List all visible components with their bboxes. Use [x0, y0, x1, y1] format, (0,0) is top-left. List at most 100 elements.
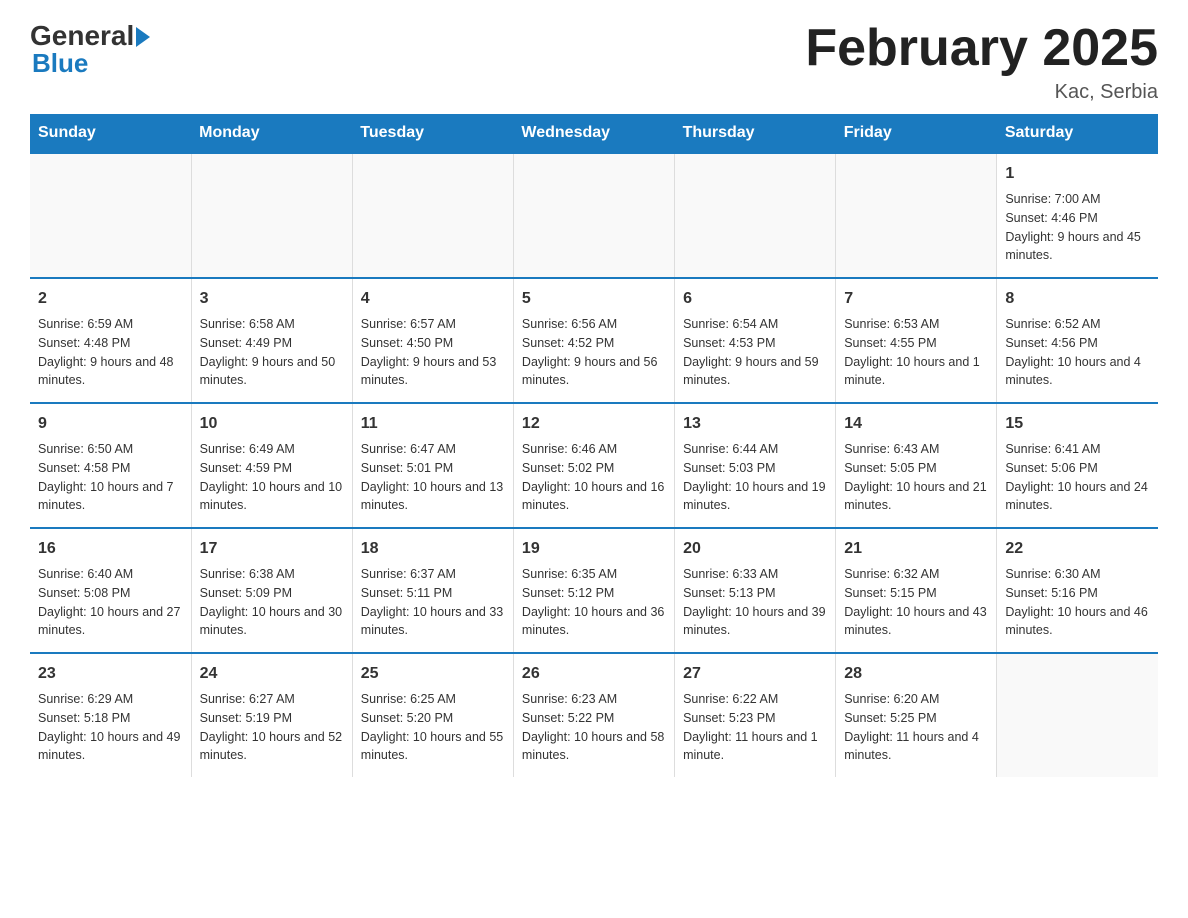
weekday-header-wednesday: Wednesday [513, 114, 674, 153]
title-block: February 2025 Kac, Serbia [805, 20, 1158, 104]
logo-arrow-icon [136, 27, 150, 47]
day-info: Sunrise: 7:00 AMSunset: 4:46 PMDaylight:… [1005, 190, 1150, 265]
calendar-cell: 5Sunrise: 6:56 AMSunset: 4:52 PMDaylight… [513, 278, 674, 403]
day-info: Sunrise: 6:41 AMSunset: 5:06 PMDaylight:… [1005, 440, 1150, 515]
day-info: Sunrise: 6:54 AMSunset: 4:53 PMDaylight:… [683, 315, 827, 390]
day-info: Sunrise: 6:40 AMSunset: 5:08 PMDaylight:… [38, 565, 183, 640]
day-number: 1 [1005, 162, 1150, 186]
calendar-cell: 20 Sunrise: 6:33 AMSunset: 5:13 PMDayligh… [675, 528, 836, 653]
day-number: 13 [683, 412, 827, 436]
calendar-cell [352, 153, 513, 278]
day-number: 16 [38, 537, 183, 561]
day-number: 11 [361, 412, 505, 436]
calendar-cell: 17 Sunrise: 6:38 AMSunset: 5:09 PMDayligh… [191, 528, 352, 653]
calendar-cell: 14 Sunrise: 6:43 AMSunset: 5:05 PMDayligh… [836, 403, 997, 528]
day-number: 17 [200, 537, 344, 561]
calendar-cell [30, 153, 191, 278]
day-info: Sunrise: 6:53 AMSunset: 4:55 PMDaylight:… [844, 315, 988, 390]
calendar-cell: 3 Sunrise: 6:58 AMSunset: 4:49 PMDaylight… [191, 278, 352, 403]
weekday-header-thursday: Thursday [675, 114, 836, 153]
calendar-cell: 28 Sunrise: 6:20 AMSunset: 5:25 PMDayligh… [836, 653, 997, 777]
day-info: Sunrise: 6:30 AMSunset: 5:16 PMDaylight:… [1005, 565, 1150, 640]
calendar-cell [675, 153, 836, 278]
day-number: 28 [844, 662, 988, 686]
calendar-cell: 12Sunrise: 6:46 AMSunset: 5:02 PMDayligh… [513, 403, 674, 528]
calendar-cell: 27 Sunrise: 6:22 AMSunset: 5:23 PMDayligh… [675, 653, 836, 777]
calendar-cell: 18Sunrise: 6:37 AMSunset: 5:11 PMDayligh… [352, 528, 513, 653]
calendar-cell: 24 Sunrise: 6:27 AMSunset: 5:19 PMDayligh… [191, 653, 352, 777]
day-info: Sunrise: 6:50 AMSunset: 4:58 PMDaylight:… [38, 440, 183, 515]
weekday-header-row: SundayMondayTuesdayWednesdayThursdayFrid… [30, 114, 1158, 153]
day-number: 4 [361, 287, 505, 311]
calendar-week-row: 1 Sunrise: 7:00 AMSunset: 4:46 PMDaylight… [30, 153, 1158, 278]
day-info: Sunrise: 6:27 AMSunset: 5:19 PMDaylight:… [200, 690, 344, 765]
day-number: 9 [38, 412, 183, 436]
calendar-cell [836, 153, 997, 278]
day-number: 25 [361, 662, 505, 686]
day-number: 23 [38, 662, 183, 686]
day-info: Sunrise: 6:58 AMSunset: 4:49 PMDaylight:… [200, 315, 344, 390]
calendar-cell: 10 Sunrise: 6:49 AMSunset: 4:59 PMDayligh… [191, 403, 352, 528]
calendar-cell [191, 153, 352, 278]
weekday-header-saturday: Saturday [997, 114, 1158, 153]
day-number: 14 [844, 412, 988, 436]
calendar-cell: 16 Sunrise: 6:40 AMSunset: 5:08 PMDayligh… [30, 528, 191, 653]
day-number: 6 [683, 287, 827, 311]
page-title: February 2025 [805, 20, 1158, 77]
day-number: 24 [200, 662, 344, 686]
day-number: 27 [683, 662, 827, 686]
day-info: Sunrise: 6:33 AMSunset: 5:13 PMDaylight:… [683, 565, 827, 640]
day-number: 22 [1005, 537, 1150, 561]
weekday-header-sunday: Sunday [30, 114, 191, 153]
calendar-week-row: 16 Sunrise: 6:40 AMSunset: 5:08 PMDayligh… [30, 528, 1158, 653]
day-info: Sunrise: 6:25 AMSunset: 5:20 PMDaylight:… [361, 690, 505, 765]
weekday-header-tuesday: Tuesday [352, 114, 513, 153]
calendar-week-row: 2Sunrise: 6:59 AMSunset: 4:48 PMDaylight… [30, 278, 1158, 403]
day-info: Sunrise: 6:59 AMSunset: 4:48 PMDaylight:… [38, 315, 183, 390]
calendar-cell: 1 Sunrise: 7:00 AMSunset: 4:46 PMDaylight… [997, 153, 1158, 278]
day-info: Sunrise: 6:43 AMSunset: 5:05 PMDaylight:… [844, 440, 988, 515]
calendar-cell: 2Sunrise: 6:59 AMSunset: 4:48 PMDaylight… [30, 278, 191, 403]
calendar-week-row: 9 Sunrise: 6:50 AMSunset: 4:58 PMDaylight… [30, 403, 1158, 528]
calendar-cell: 6 Sunrise: 6:54 AMSunset: 4:53 PMDaylight… [675, 278, 836, 403]
calendar-cell: 8 Sunrise: 6:52 AMSunset: 4:56 PMDaylight… [997, 278, 1158, 403]
logo-blue-text: Blue [32, 48, 88, 79]
day-number: 20 [683, 537, 827, 561]
day-number: 7 [844, 287, 988, 311]
day-number: 26 [522, 662, 666, 686]
day-number: 19 [522, 537, 666, 561]
calendar-header: SundayMondayTuesdayWednesdayThursdayFrid… [30, 114, 1158, 153]
day-info: Sunrise: 6:47 AMSunset: 5:01 PMDaylight:… [361, 440, 505, 515]
day-info: Sunrise: 6:38 AMSunset: 5:09 PMDaylight:… [200, 565, 344, 640]
day-info: Sunrise: 6:57 AMSunset: 4:50 PMDaylight:… [361, 315, 505, 390]
calendar-week-row: 23 Sunrise: 6:29 AMSunset: 5:18 PMDayligh… [30, 653, 1158, 777]
weekday-header-monday: Monday [191, 114, 352, 153]
day-info: Sunrise: 6:23 AMSunset: 5:22 PMDaylight:… [522, 690, 666, 765]
calendar-cell: 23 Sunrise: 6:29 AMSunset: 5:18 PMDayligh… [30, 653, 191, 777]
day-number: 8 [1005, 287, 1150, 311]
calendar-cell: 11 Sunrise: 6:47 AMSunset: 5:01 PMDayligh… [352, 403, 513, 528]
day-number: 10 [200, 412, 344, 436]
day-number: 21 [844, 537, 988, 561]
day-info: Sunrise: 6:52 AMSunset: 4:56 PMDaylight:… [1005, 315, 1150, 390]
calendar-cell: 25 Sunrise: 6:25 AMSunset: 5:20 PMDayligh… [352, 653, 513, 777]
calendar-cell: 26 Sunrise: 6:23 AMSunset: 5:22 PMDayligh… [513, 653, 674, 777]
day-info: Sunrise: 6:22 AMSunset: 5:23 PMDaylight:… [683, 690, 827, 765]
subtitle: Kac, Serbia [805, 81, 1158, 104]
calendar-cell: 21Sunrise: 6:32 AMSunset: 5:15 PMDayligh… [836, 528, 997, 653]
calendar-cell: 22 Sunrise: 6:30 AMSunset: 5:16 PMDayligh… [997, 528, 1158, 653]
day-info: Sunrise: 6:56 AMSunset: 4:52 PMDaylight:… [522, 315, 666, 390]
calendar-cell: 13 Sunrise: 6:44 AMSunset: 5:03 PMDayligh… [675, 403, 836, 528]
day-info: Sunrise: 6:49 AMSunset: 4:59 PMDaylight:… [200, 440, 344, 515]
day-info: Sunrise: 6:20 AMSunset: 5:25 PMDaylight:… [844, 690, 988, 765]
weekday-header-friday: Friday [836, 114, 997, 153]
calendar-table: SundayMondayTuesdayWednesdayThursdayFrid… [30, 114, 1158, 777]
calendar-cell: 7 Sunrise: 6:53 AMSunset: 4:55 PMDaylight… [836, 278, 997, 403]
day-number: 3 [200, 287, 344, 311]
day-number: 18 [361, 537, 505, 561]
calendar-cell [997, 653, 1158, 777]
logo: General Blue [30, 20, 150, 79]
day-info: Sunrise: 6:29 AMSunset: 5:18 PMDaylight:… [38, 690, 183, 765]
day-info: Sunrise: 6:44 AMSunset: 5:03 PMDaylight:… [683, 440, 827, 515]
calendar-cell: 4 Sunrise: 6:57 AMSunset: 4:50 PMDaylight… [352, 278, 513, 403]
